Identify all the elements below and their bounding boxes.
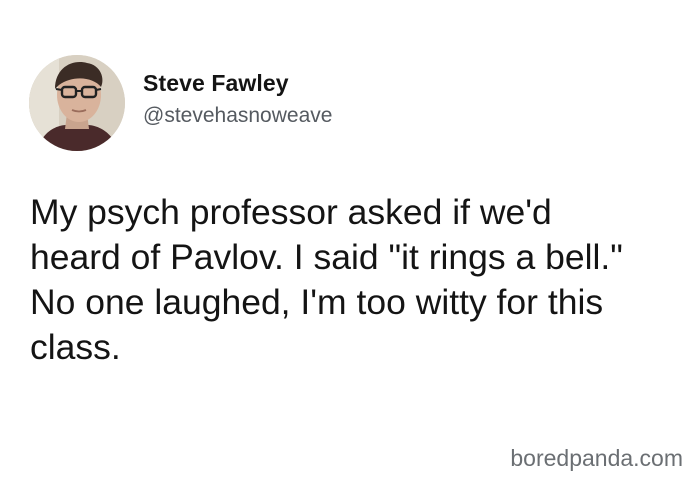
display-name[interactable]: Steve Fawley bbox=[143, 70, 289, 97]
tweet-text-line: No one laughed, I'm too witty for this bbox=[30, 282, 604, 322]
tweet-text-line: My psych professor asked if we'd bbox=[30, 192, 552, 232]
tweet-text-line: heard of Pavlov. I said "it rings a bell… bbox=[30, 237, 623, 277]
tweet-text-line: class. bbox=[30, 327, 121, 367]
avatar-photo bbox=[29, 55, 125, 151]
watermark: boredpanda.com bbox=[510, 445, 683, 471]
tweet-card: Steve Fawley @stevehasnoweave My psych p… bbox=[0, 0, 700, 484]
user-handle[interactable]: @stevehasnoweave bbox=[143, 104, 332, 128]
avatar[interactable] bbox=[29, 55, 125, 151]
tweet-text: My psych professor asked if we'd heard o… bbox=[30, 190, 680, 370]
